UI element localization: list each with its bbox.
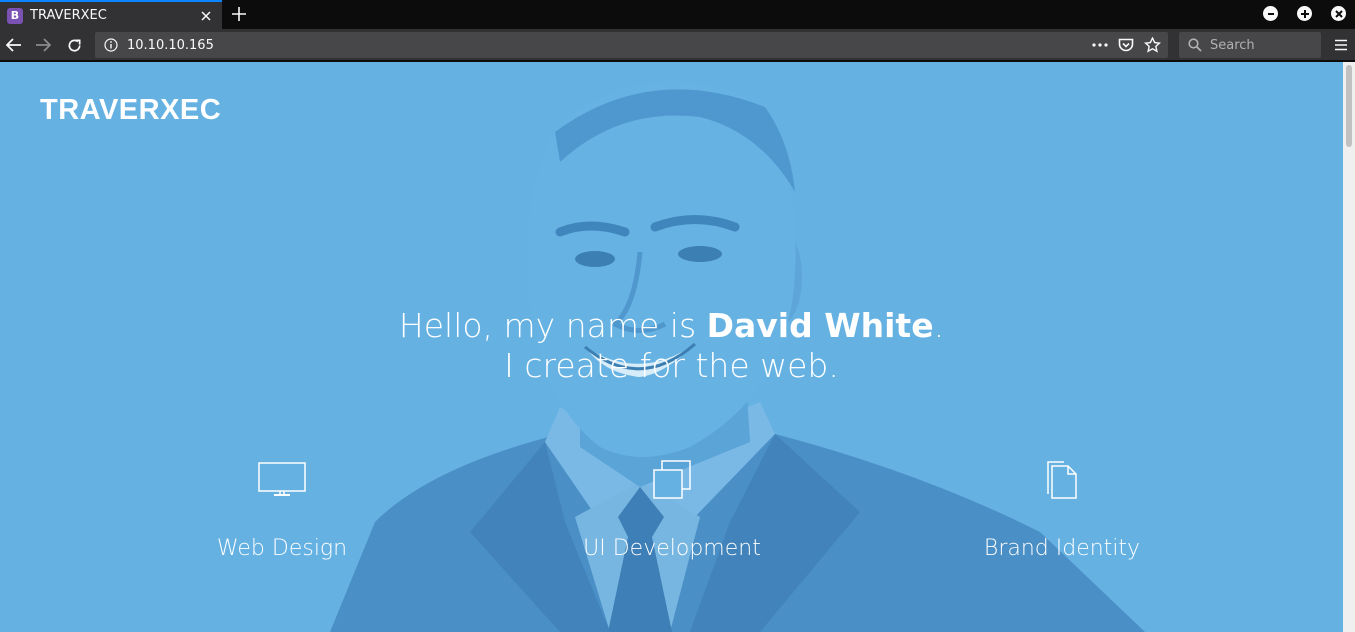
hamburger-menu-icon[interactable] (1330, 34, 1352, 56)
page-scrollbar[interactable] (1343, 62, 1355, 632)
minimize-icon[interactable] (1263, 6, 1278, 21)
hero-section: TRAVERXEC Hello, my name is David White.… (0, 62, 1343, 632)
site-logo[interactable]: TRAVERXEC (40, 94, 221, 127)
pocket-icon[interactable] (1116, 35, 1136, 55)
service-label: Web Design (216, 536, 348, 561)
search-input[interactable] (1210, 37, 1310, 53)
search-icon (1187, 37, 1203, 53)
close-window-icon[interactable] (1331, 6, 1346, 21)
document-icon (932, 460, 1192, 500)
monitor-icon (152, 460, 412, 500)
service-ui-development: UI Development (542, 460, 802, 561)
service-web-design: Web Design (152, 460, 412, 561)
tab-strip: B TRAVERXEC (0, 0, 1355, 29)
site-info-icon[interactable] (103, 37, 119, 53)
windows-icon (542, 460, 802, 500)
service-label: UI Development (583, 536, 761, 561)
url-text[interactable]: 10.10.10.165 (127, 38, 1090, 53)
back-arrow-icon[interactable] (3, 34, 25, 56)
forward-arrow-icon[interactable] (32, 34, 54, 56)
hero-headline: Hello, my name is David White. I create … (0, 306, 1343, 386)
navigation-toolbar: 10.10.10.165 (0, 29, 1355, 61)
reload-icon[interactable] (63, 34, 85, 56)
headline-prefix: Hello, my name is (398, 306, 707, 345)
search-bar[interactable] (1179, 32, 1321, 58)
headline-suffix: . (933, 306, 945, 345)
scrollbar-thumb[interactable] (1346, 65, 1352, 147)
tab-title: TRAVERXEC (30, 8, 107, 23)
maximize-icon[interactable] (1297, 6, 1312, 21)
service-label: Brand Identity (983, 536, 1141, 561)
headline-line-1: Hello, my name is David White. (0, 306, 1343, 346)
new-tab-icon[interactable] (228, 3, 250, 25)
address-bar[interactable]: 10.10.10.165 (95, 32, 1168, 58)
page-viewport: TRAVERXEC Hello, my name is David White.… (0, 62, 1355, 632)
headline-name: David White (706, 306, 934, 345)
tab-traverxec[interactable]: B TRAVERXEC (0, 0, 222, 29)
bootstrap-favicon-icon: B (7, 7, 23, 24)
headline-line-2: I create for the web. (504, 346, 839, 385)
tab-close-icon[interactable] (196, 6, 216, 26)
service-brand-identity: Brand Identity (932, 460, 1192, 561)
page-actions-icon[interactable] (1090, 35, 1110, 55)
bookmark-star-icon[interactable] (1142, 35, 1162, 55)
